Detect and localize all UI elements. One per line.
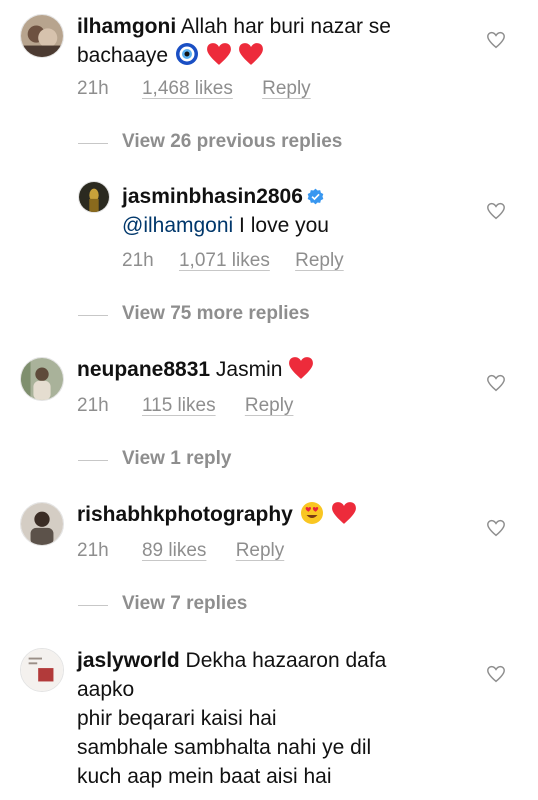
view-previous-replies-link[interactable]: View 26 previous replies [122, 131, 342, 153]
comment-meta: 21h 89 likes Reply [77, 540, 284, 562]
avatar[interactable] [20, 502, 64, 546]
comment-meta: 21h 115 likes Reply [77, 395, 293, 417]
reply-button[interactable]: Reply [236, 540, 285, 562]
comment-body-line: phir beqarari kaisi hai [77, 707, 277, 730]
like-heart-icon[interactable] [486, 665, 506, 683]
timestamp: 21h [77, 540, 109, 561]
avatar[interactable] [20, 357, 64, 401]
timestamp: 21h [122, 250, 154, 271]
red-heart-emoji [288, 356, 314, 380]
timestamp: 21h [77, 395, 109, 416]
comment-text: rishabhkphotography [77, 500, 477, 529]
replies-divider-line [78, 143, 108, 144]
username[interactable]: neupane8831 [77, 358, 210, 381]
comment-body-line: sambhale sambhalta nahi ye dil [77, 736, 372, 759]
comment-body-line: bachaaye [77, 44, 169, 67]
replies-divider-line [78, 605, 108, 606]
username[interactable]: rishabhkphotography [77, 503, 293, 526]
comment-meta: 21h 1,468 likes Reply [77, 78, 311, 100]
reply-button[interactable]: Reply [295, 250, 344, 272]
comment-text: jaslyworld Dekha hazaaron dafa aapko phi… [77, 646, 477, 791]
red-heart-emoji [331, 501, 357, 525]
reply-button[interactable]: Reply [245, 395, 294, 417]
username[interactable]: jasminbhasin2806 [122, 185, 303, 208]
comment-text: neupane8831 Jasmin [77, 355, 457, 384]
username[interactable]: ilhamgoni [77, 15, 176, 38]
red-heart-emoji [238, 42, 264, 66]
like-heart-icon[interactable] [486, 202, 506, 220]
view-seven-replies-link[interactable]: View 7 replies [122, 593, 247, 615]
heart-eyes-emoji [299, 501, 325, 525]
comment-body-line: kuch aap mein baat aisi hai [77, 765, 332, 788]
avatar[interactable] [20, 14, 64, 58]
view-one-reply-link[interactable]: View 1 reply [122, 448, 232, 470]
likes-count[interactable]: 115 likes [142, 395, 216, 417]
timestamp: 21h [77, 78, 109, 99]
comment-text: jasminbhasin2806 @ilhamgoni I love you [122, 182, 502, 240]
red-heart-emoji [206, 42, 232, 66]
like-heart-icon[interactable] [486, 519, 506, 537]
comment-body-line: Allah har buri nazar se [180, 15, 391, 38]
nazar-amulet-emoji [174, 42, 200, 66]
avatar[interactable] [20, 648, 64, 692]
comment-body: I love you [233, 214, 329, 237]
likes-count[interactable]: 89 likes [142, 540, 206, 562]
comment-body-line: Dekha hazaaron dafa [185, 649, 387, 672]
likes-count[interactable]: 1,071 likes [179, 250, 270, 272]
replies-divider-line [78, 315, 108, 316]
reply-button[interactable]: Reply [262, 78, 311, 100]
comment-text: ilhamgoni Allah har buri nazar se bachaa… [77, 12, 457, 70]
view-more-replies-link[interactable]: View 75 more replies [122, 303, 310, 325]
verified-badge-icon [307, 188, 324, 205]
username[interactable]: jaslyworld [77, 649, 180, 672]
comment-body-line: aapko [77, 678, 135, 701]
avatar[interactable] [78, 181, 110, 213]
like-heart-icon[interactable] [486, 374, 506, 392]
comment-meta: 21h 1,071 likes Reply [122, 250, 344, 272]
mention-link[interactable]: @ilhamgoni [122, 214, 233, 237]
like-heart-icon[interactable] [486, 31, 506, 49]
replies-divider-line [78, 460, 108, 461]
likes-count[interactable]: 1,468 likes [142, 78, 233, 100]
comment-body: Jasmin [215, 358, 283, 381]
